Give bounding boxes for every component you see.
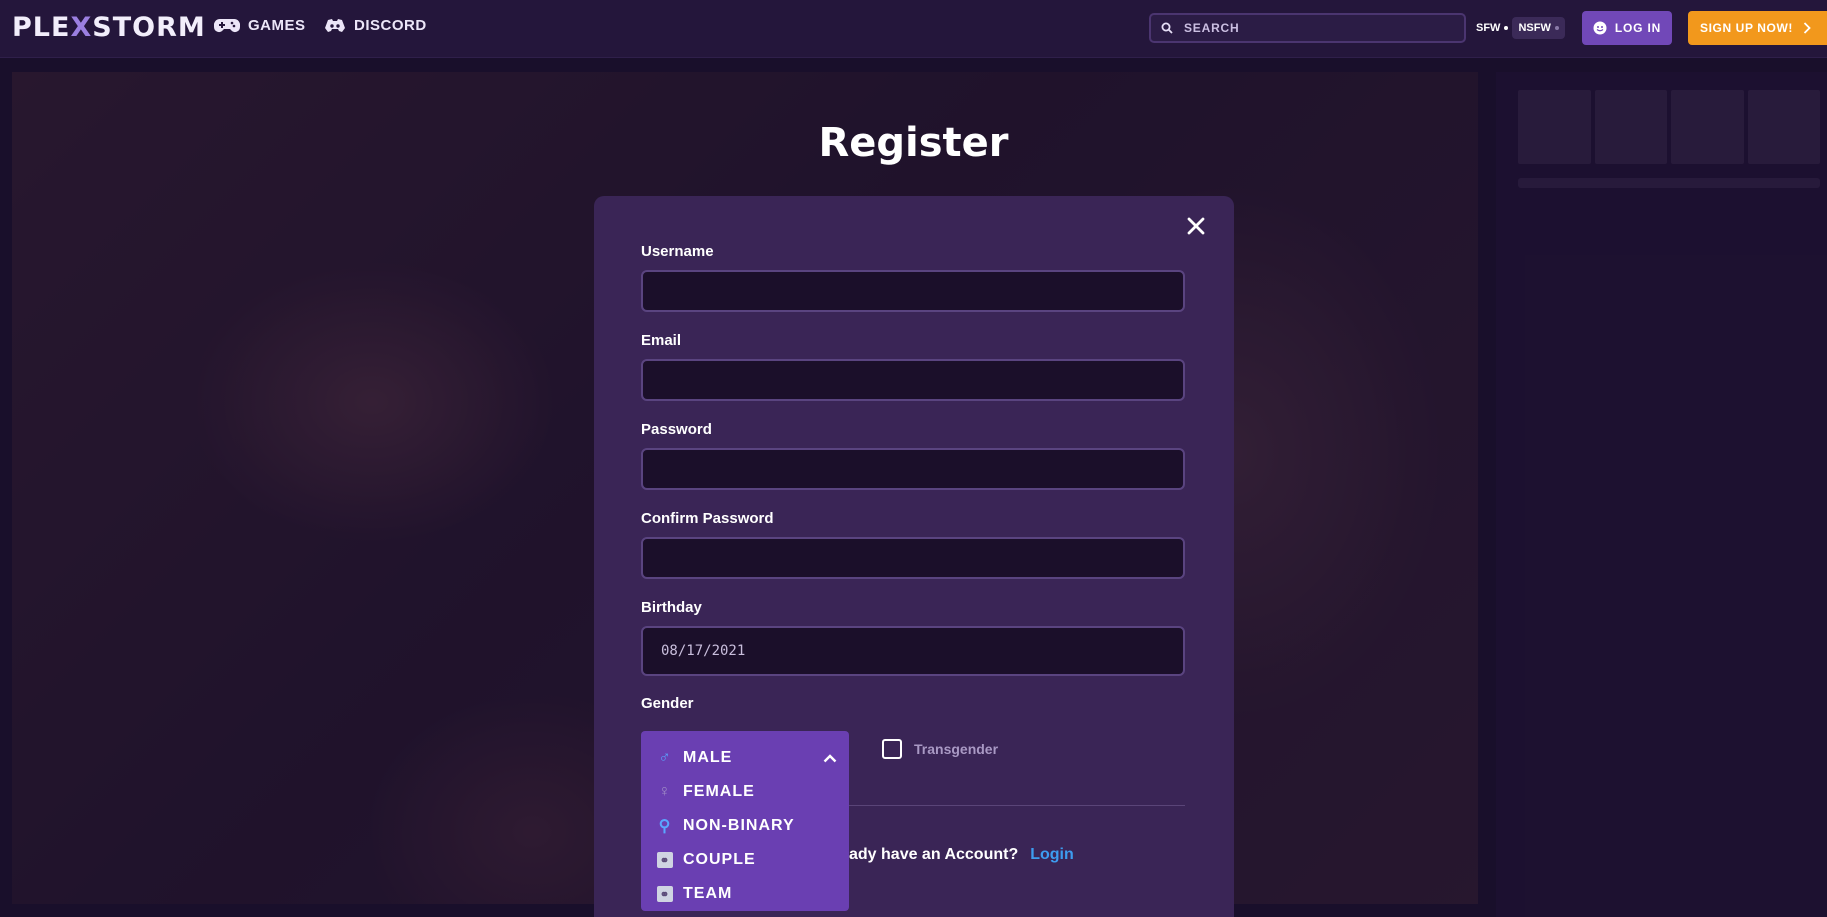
non-binary-icon: ⚲ [658,818,672,835]
username-label: Username [641,243,714,260]
confirm-password-label: Confirm Password [641,510,774,527]
password-label: Password [641,421,712,438]
chevron-up-icon[interactable] [823,753,837,763]
nav-discord-label: DISCORD [354,17,427,34]
login-link[interactable]: Login [1030,846,1074,864]
logo-text-left: PLE [12,12,71,43]
chevron-right-icon [1803,22,1811,34]
email-field[interactable] [641,359,1185,401]
nav-games-label: GAMES [248,17,306,34]
email-label: Email [641,332,682,349]
close-button[interactable] [1182,212,1210,240]
gender-dropdown[interactable]: ♂ MALE ♀ FEMALE ⚲ NON-BINARY ⚭ COUPLE ⚭ … [641,731,849,911]
close-icon [1187,217,1205,235]
signup-button-label: SIGN UP NOW! [1700,21,1793,35]
checkbox-box[interactable] [882,739,902,759]
gender-option-female[interactable]: ♀ FEMALE [641,775,849,809]
nav-discord[interactable]: DISCORD [324,17,427,34]
sfw-nsfw-toggle[interactable]: SFW NSFW [1470,13,1566,43]
account-prompt-text: ady have an Account? [849,846,1019,863]
top-navigation: PLEXSTORM GAMES DISCORD SFW NSFW [0,0,1827,58]
transgender-label: Transgender [914,741,999,757]
signup-button[interactable]: SIGN UP NOW! [1688,11,1827,45]
nsfw-label: NSFW [1518,22,1551,34]
couple-icon: ⚭ [657,852,673,868]
login-button[interactable]: LOG IN [1582,11,1672,45]
discord-icon [325,18,345,32]
gender-option-label: TEAM [683,885,733,902]
search-input[interactable] [1182,20,1456,36]
transgender-checkbox[interactable]: Transgender [882,739,998,759]
confirm-password-field[interactable] [641,537,1185,579]
nsfw-option[interactable]: NSFW [1512,17,1565,39]
toggle-dot [1554,26,1559,30]
gender-option-label: FEMALE [683,783,755,800]
page-title: Register [818,120,1009,166]
login-button-label: LOG IN [1614,21,1662,35]
gender-label: Gender [641,695,694,712]
toggle-dot [1504,26,1509,30]
search-icon [1161,22,1173,34]
search-box[interactable] [1149,13,1466,43]
gamepad-icon [214,18,240,32]
gender-option-non-binary[interactable]: ⚲ NON-BINARY [641,809,849,843]
account-prompt: ady have an Account? Login [849,846,1074,864]
sfw-label[interactable]: SFW [1476,22,1500,34]
divider [849,805,1185,806]
female-icon: ♀ [658,783,672,800]
username-field[interactable] [641,270,1185,312]
smiley-icon [1593,21,1607,35]
password-field[interactable] [641,448,1185,490]
nav-games[interactable]: GAMES [214,17,306,34]
gender-option-label: COUPLE [683,851,756,868]
gender-option-label: NON-BINARY [683,817,795,834]
gender-option-couple[interactable]: ⚭ COUPLE [641,843,849,877]
logo-x: X [70,12,93,43]
register-modal: Username Email Password Confirm Password… [594,196,1234,917]
birthday-label: Birthday [641,599,702,616]
gender-option-male[interactable]: ♂ MALE [641,741,849,775]
birthday-field[interactable] [641,626,1185,676]
site-logo[interactable]: PLEXSTORM [12,12,206,43]
team-icon: ⚭ [657,886,673,902]
gender-option-team[interactable]: ⚭ TEAM [641,877,849,911]
logo-text-right: STORM [92,12,206,43]
male-icon: ♂ [658,749,672,766]
gender-option-label: MALE [683,749,733,766]
